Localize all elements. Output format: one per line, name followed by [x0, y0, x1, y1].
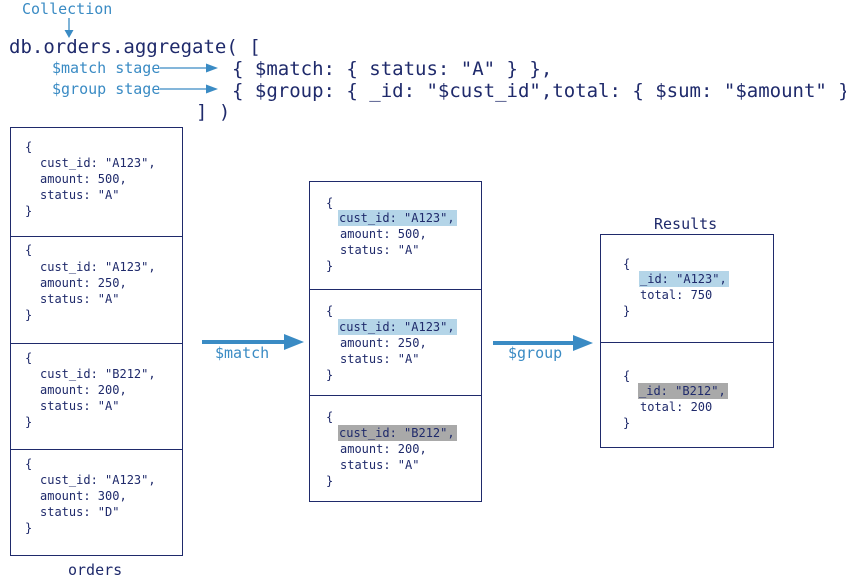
document-field-cust-id: cust_id: "A123",: [40, 156, 156, 170]
result-document: { _id: "A123", total: 750 }: [601, 235, 773, 342]
document-close-brace: }: [623, 416, 631, 430]
document-open-brace: {: [326, 410, 334, 424]
match-stage-label: $match stage: [52, 59, 161, 77]
document-field-status: status: "D": [40, 505, 120, 519]
document-field-status: status: "A": [340, 352, 420, 366]
document-field-status: status: "A": [340, 243, 420, 257]
document-close-brace: }: [623, 304, 631, 318]
group-stage-code: { $group: { _id: "$cust_id",total: { $su…: [232, 80, 846, 102]
result-document: { _id: "B212", total: 200 }: [601, 342, 773, 447]
document-field-status: status: "A": [40, 399, 120, 413]
document-open-brace: {: [25, 351, 33, 365]
highlighted-cust-id: cust_id: "A123",: [338, 319, 457, 335]
document-field-status: status: "A": [40, 292, 120, 306]
highlighted-id: _id: "B212",: [638, 383, 728, 399]
orders-document: { cust_id: "A123", amount: 300, status: …: [11, 449, 182, 555]
document-open-brace: {: [25, 457, 33, 471]
orders-collection: { cust_id: "A123", amount: 500, status: …: [10, 127, 183, 556]
document-field-amount: amount: 500,: [40, 172, 127, 186]
orders-document: { cust_id: "B212", amount: 200, status: …: [11, 343, 182, 449]
document-field-status: status: "A": [340, 458, 420, 472]
orders-document: { cust_id: "A123", amount: 250, status: …: [11, 236, 182, 343]
document-open-brace: {: [25, 243, 33, 257]
document-close-brace: }: [326, 368, 334, 382]
document-open-brace: {: [326, 196, 334, 210]
closing-bracket: ] ): [196, 101, 231, 123]
document-field-amount: amount: 200,: [40, 383, 127, 397]
document-field-cust-id: cust_id: "B212",: [40, 367, 156, 381]
document-close-brace: }: [326, 474, 334, 488]
match-stage-arrow-icon: [160, 63, 218, 73]
document-close-brace: }: [25, 521, 33, 535]
matched-document: { cust_id: "A123", amount: 500, status: …: [310, 182, 481, 289]
results-collection: { _id: "A123", total: 750 } { _id: "B212…: [600, 234, 774, 448]
results-title: Results: [654, 215, 718, 233]
match-arrow-label: $match: [215, 344, 270, 362]
document-close-brace: }: [326, 259, 334, 273]
highlighted-id: _id: "A123",: [639, 271, 729, 287]
document-field-cust-id: cust_id: "A123",: [40, 473, 156, 487]
document-close-brace: }: [25, 308, 33, 322]
document-field-total: total: 200: [640, 400, 713, 414]
orders-document: { cust_id: "A123", amount: 500, status: …: [11, 128, 182, 236]
matched-documents: { cust_id: "A123", amount: 500, status: …: [309, 181, 482, 502]
matched-document: { cust_id: "B212", amount: 200, status: …: [310, 395, 481, 501]
match-stage-code: { $match: { status: "A" } },: [232, 58, 553, 80]
matched-document: { cust_id: "A123", amount: 250, status: …: [310, 289, 481, 395]
collection-label: Collection: [22, 0, 113, 18]
document-field-amount: amount: 500,: [340, 227, 427, 241]
document-field-amount: amount: 250,: [340, 336, 427, 350]
highlighted-cust-id: cust_id: "A123",: [338, 210, 457, 226]
orders-caption: orders: [68, 561, 123, 579]
aggregate-command: db.orders.aggregate( [: [9, 36, 261, 58]
document-field-status: status: "A": [40, 188, 120, 202]
document-open-brace: {: [326, 304, 334, 318]
document-field-amount: amount: 250,: [40, 276, 127, 290]
document-open-brace: {: [25, 140, 33, 154]
document-open-brace: {: [623, 369, 631, 383]
document-open-brace: {: [623, 257, 631, 271]
document-field-cust-id: cust_id: "A123",: [40, 260, 156, 274]
document-close-brace: }: [25, 204, 33, 218]
document-close-brace: }: [25, 415, 33, 429]
highlighted-cust-id: cust_id: "B212",: [338, 425, 457, 441]
group-stage-arrow-icon: [160, 84, 218, 94]
document-field-amount: amount: 300,: [40, 489, 127, 503]
document-field-total: total: 750: [640, 288, 713, 302]
group-stage-label: $group stage: [52, 80, 161, 98]
document-field-amount: amount: 200,: [340, 442, 427, 456]
group-arrow-label: $group: [508, 344, 563, 362]
